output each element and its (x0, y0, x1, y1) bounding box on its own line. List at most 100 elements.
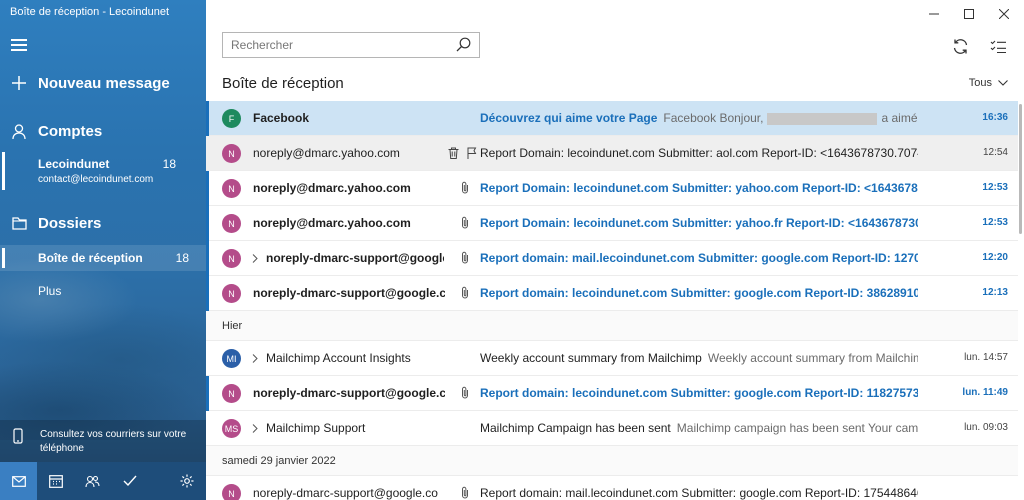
sender-name: Mailchimp Account Insights (266, 351, 411, 365)
selection-indicator (2, 152, 5, 190)
folders-label: Dossiers (38, 214, 102, 232)
minimize-icon (929, 13, 939, 15)
minimize-button[interactable] (916, 0, 952, 28)
filter-dropdown[interactable]: Tous (969, 77, 1008, 89)
unread-indicator (206, 101, 209, 136)
todo-icon (123, 475, 137, 487)
message-row[interactable]: Nnoreply-dmarc-support@google.co Report d… (206, 476, 1018, 500)
message-subject: Report domain: mail.lecoindunet.com Subm… (480, 251, 918, 265)
message-row[interactable]: Nnoreply-dmarc-support@google.co Report d… (206, 276, 1018, 311)
message-subject: Report Domain: lecoindunet.com Submitter… (480, 181, 918, 195)
folder-inbox[interactable]: Boîte de réception 18 (0, 245, 206, 271)
new-message-label: Nouveau message (38, 74, 170, 92)
select-list-icon (990, 40, 1006, 53)
message-row[interactable]: MS Mailchimp Support Mailchimp Campaign ha… (206, 411, 1018, 446)
search-input[interactable] (223, 33, 443, 57)
message-time: 12:20 (982, 252, 1008, 263)
message-row[interactable]: Nnoreply@dmarc.yahoo.com Report Domain: l… (206, 171, 1018, 206)
settings-tab[interactable] (168, 462, 206, 500)
sender-name: Mailchimp Support (266, 421, 366, 435)
plus-icon (0, 76, 38, 90)
paperclip-icon (461, 386, 469, 402)
message-subject: Mailchimp Campaign has been sent (480, 421, 671, 435)
message-preview: Weekly account summary from Mailchim (707, 351, 918, 365)
message-subject: Découvrez qui aime votre Page (480, 111, 658, 125)
date-group-header: samedi 29 janvier 2022 (206, 446, 1018, 476)
chevron-right-icon[interactable] (252, 352, 258, 366)
account-unread-count: 18 (162, 157, 176, 171)
close-icon (999, 9, 1009, 19)
page-title: Boîte de réception (222, 75, 344, 92)
accounts-label: Comptes (38, 122, 103, 140)
delete-icon[interactable] (446, 145, 460, 161)
sender-name: noreply-dmarc-support@google. (266, 251, 444, 265)
message-subject-line: Report domain: mail.lecoindunet.com Subm… (480, 486, 918, 500)
account-item[interactable]: Lecoindunet contact@lecoindunet.com 18 (0, 152, 206, 192)
accounts-heading[interactable]: Comptes (0, 118, 206, 144)
message-row[interactable]: MI Mailchimp Account Insights Weekly accou… (206, 341, 1018, 376)
message-row[interactable]: Nnoreply@dmarc.yahoo.com Report Domain: l… (206, 136, 1018, 171)
sender-avatar: N (222, 179, 241, 198)
chevron-down-icon (998, 80, 1008, 86)
new-message-button[interactable]: Nouveau message (0, 70, 206, 96)
message-time: 12:54 (982, 147, 1008, 158)
scrollbar[interactable] (1019, 104, 1022, 234)
mail-tab[interactable] (0, 462, 37, 500)
people-tab[interactable] (74, 462, 111, 500)
sender-avatar: N (222, 284, 241, 303)
close-button[interactable] (986, 0, 1022, 28)
chevron-right-icon[interactable] (252, 422, 258, 436)
paperclip-icon (461, 216, 469, 232)
sender-avatar: N (222, 214, 241, 233)
sender-avatar: N (222, 144, 241, 163)
paperclip-icon (461, 486, 469, 500)
message-subject-line: Report Domain: lecoindunet.com Submitter… (480, 146, 918, 160)
unread-indicator (206, 241, 209, 276)
folders-heading[interactable]: Dossiers (0, 210, 206, 236)
sender-name: noreply@dmarc.yahoo.com (253, 146, 400, 160)
calendar-icon (48, 474, 63, 488)
todo-tab[interactable] (111, 462, 148, 500)
message-time: lun. 11:49 (962, 387, 1008, 398)
message-list-pane: Boîte de réception Tous F Facebook Découvr… (206, 0, 1024, 500)
hamburger-menu-icon[interactable] (11, 39, 27, 51)
date-group-header: Hier (206, 311, 1018, 341)
paperclip-icon (461, 181, 469, 197)
calendar-tab[interactable] (37, 462, 74, 500)
message-subject: Report Domain: lecoindunet.com Submitter… (480, 146, 918, 160)
folder-unread-count: 18 (175, 251, 189, 265)
message-subject: Report Domain: lecoindunet.com Submitter… (480, 216, 918, 230)
unread-indicator (206, 206, 209, 241)
message-row[interactable]: F Facebook Découvrez qui aime votre Page Fa… (206, 101, 1018, 136)
search-icon[interactable] (456, 37, 471, 55)
message-row[interactable]: Nnoreply-dmarc-support@google.co Report d… (206, 376, 1018, 411)
message-subject-line: Mailchimp Campaign has been sent Mailchim… (480, 421, 918, 435)
sync-icon (953, 38, 967, 54)
account-email: contact@lecoindunet.com (38, 174, 154, 185)
account-name: Lecoindunet (38, 157, 110, 171)
selection-mode-button[interactable] (986, 34, 1010, 58)
message-row[interactable]: Nnoreply@dmarc.yahoo.com Report Domain: l… (206, 206, 1018, 241)
phone-promo[interactable]: Consultez vos courriers sur votre téléph… (0, 420, 206, 462)
message-subject-line: Report Domain: lecoindunet.com Submitter… (480, 181, 918, 195)
maximize-icon (964, 9, 974, 19)
message-subject-line: Report domain: mail.lecoindunet.com Subm… (480, 251, 918, 265)
sender-avatar: MS (222, 419, 241, 438)
flag-icon[interactable] (465, 145, 479, 161)
message-subject-line: Découvrez qui aime votre Page Facebook Bo… (480, 111, 918, 125)
maximize-button[interactable] (951, 0, 987, 28)
redacted-text (767, 112, 878, 125)
sender-name: noreply-dmarc-support@google.co (253, 286, 445, 300)
unread-indicator (206, 376, 209, 411)
message-subject: Report domain: mail.lecoindunet.com Subm… (480, 486, 918, 500)
chevron-right-icon[interactable] (252, 252, 258, 266)
sender-avatar: F (222, 109, 241, 128)
sync-button[interactable] (948, 34, 972, 58)
search-box (222, 32, 480, 58)
sender-name: noreply-dmarc-support@google.co (253, 486, 438, 500)
folder-more[interactable]: Plus (0, 278, 206, 304)
message-time: lun. 14:57 (964, 352, 1008, 363)
message-preview-tail: a aimé Le (881, 111, 918, 125)
sender-name: noreply@dmarc.yahoo.com (253, 181, 411, 195)
message-row[interactable]: Nnoreply-dmarc-support@google. Report dom… (206, 241, 1018, 276)
